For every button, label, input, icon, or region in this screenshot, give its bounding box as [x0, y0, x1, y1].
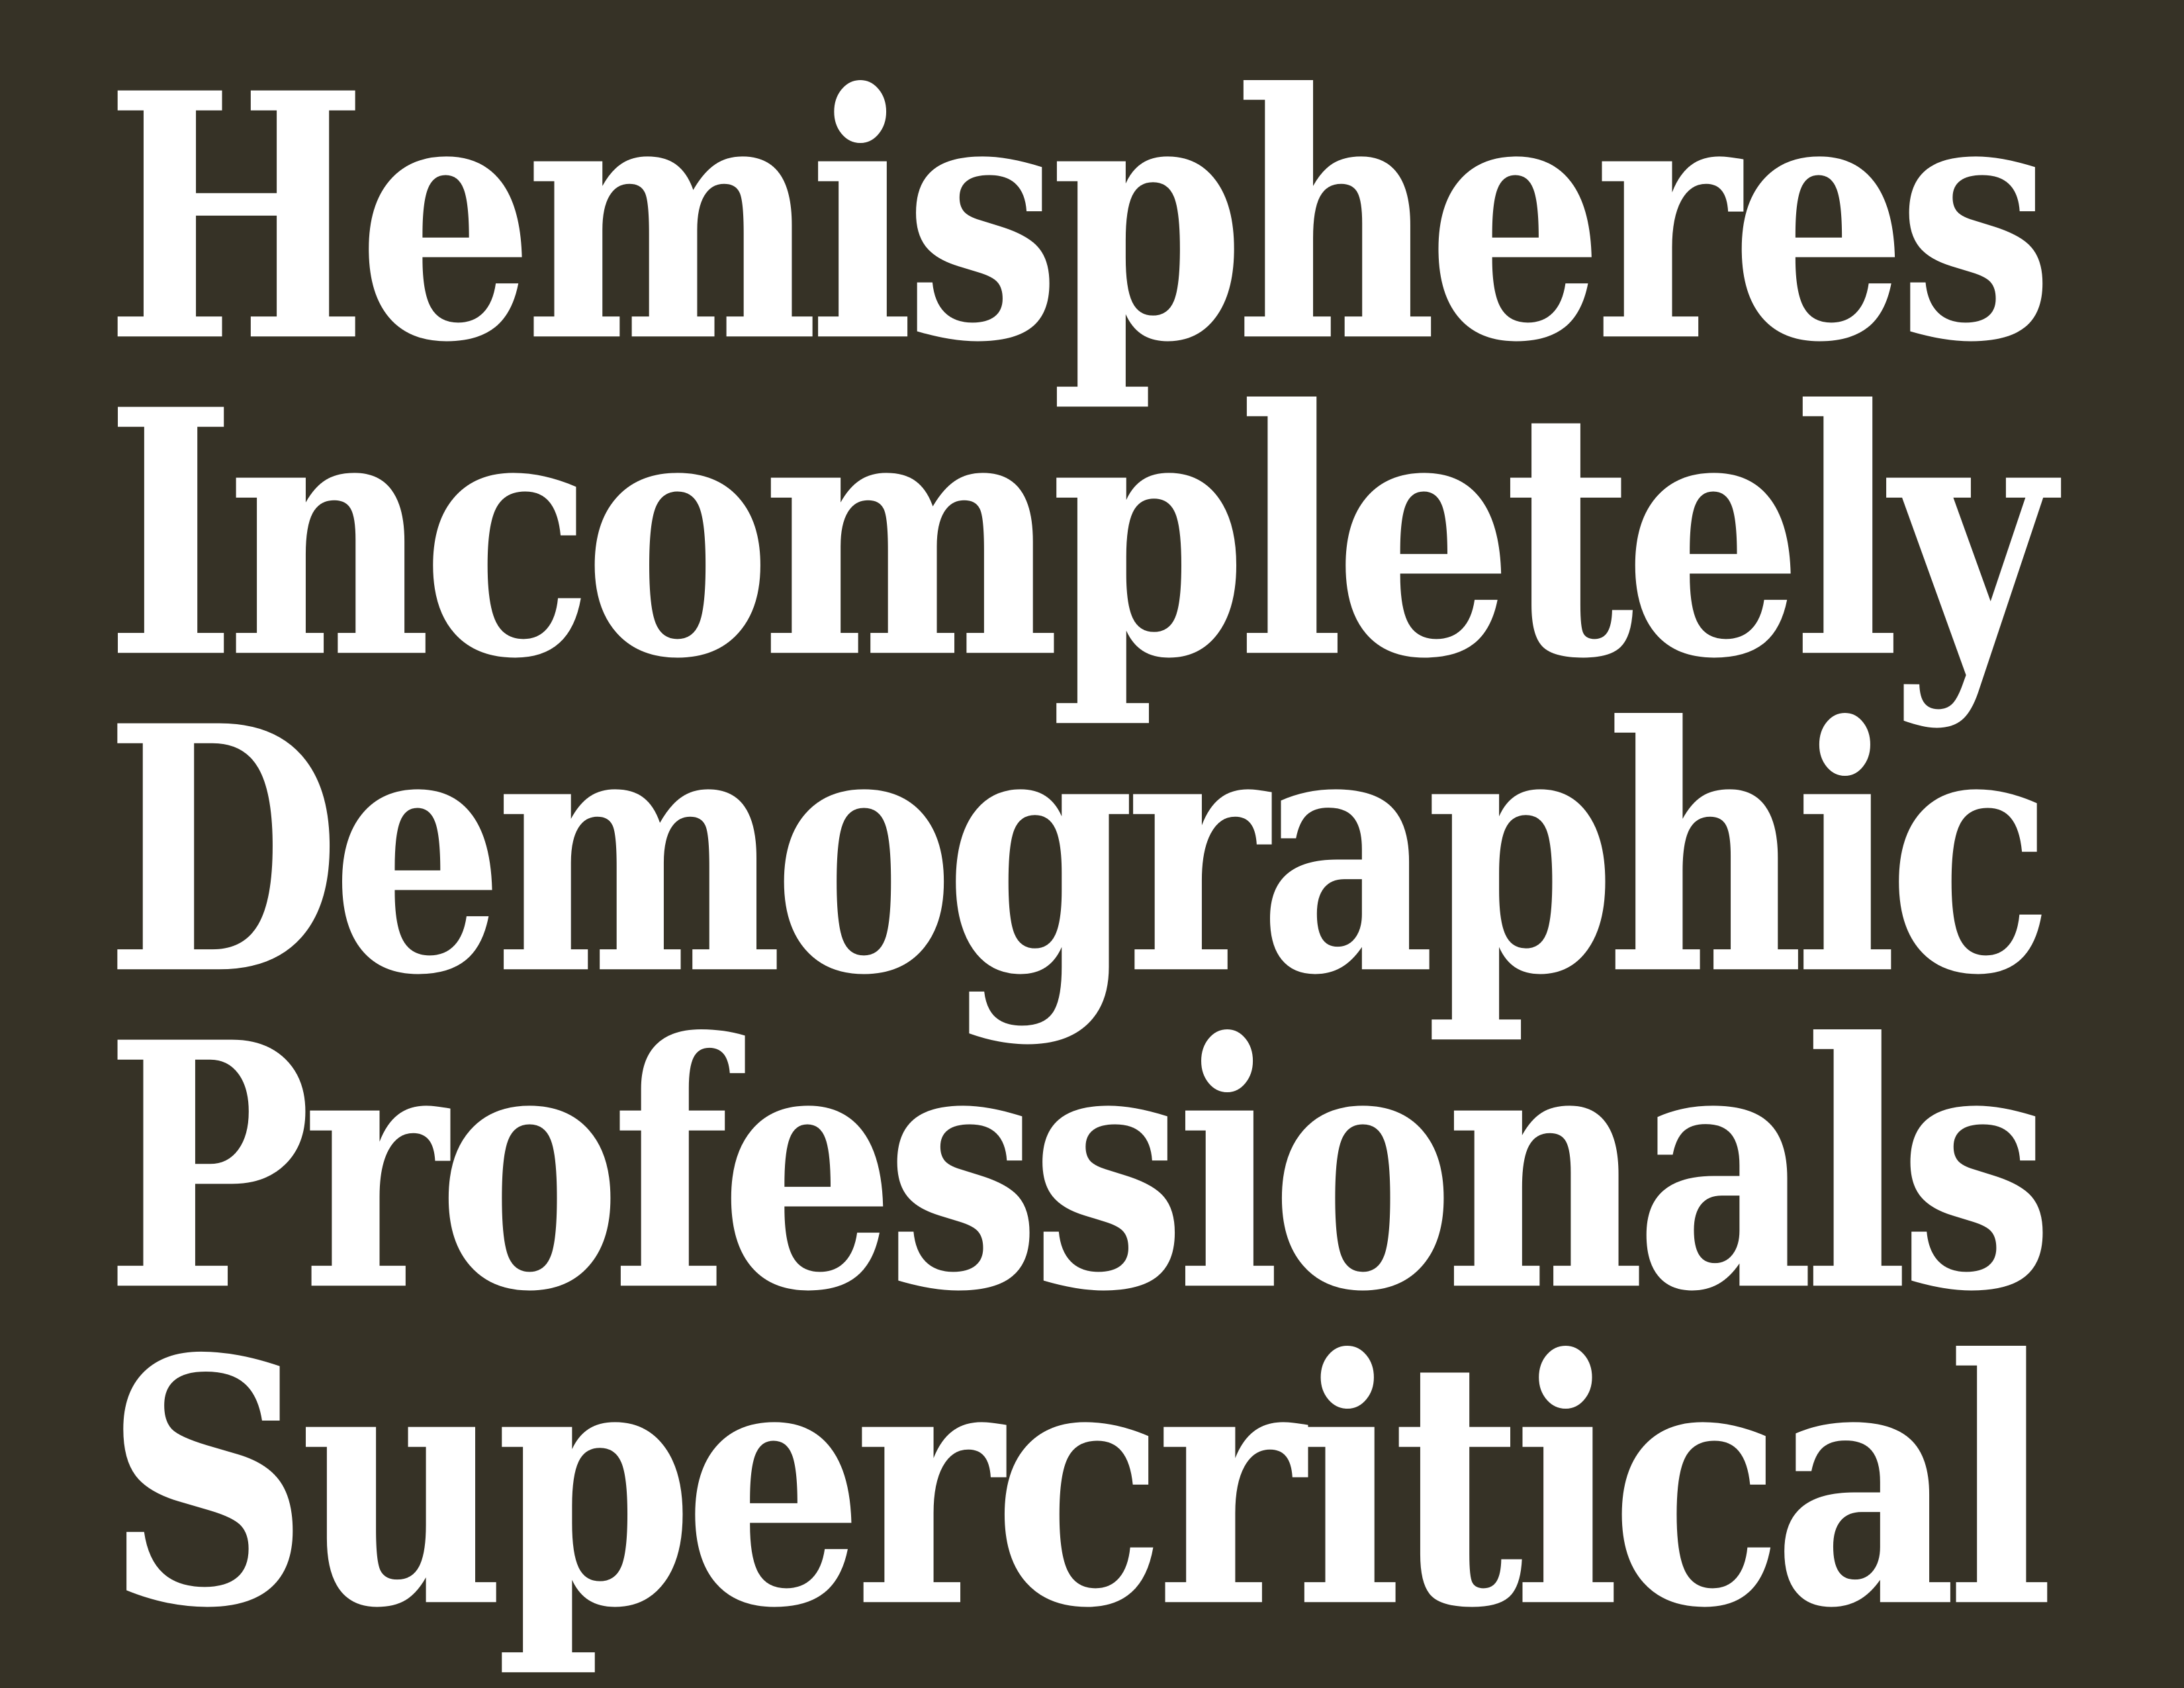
type-specimen: Hemispheres Incompletely Demographic Pro… — [0, 0, 2184, 1688]
specimen-word-supercritical: Supercritical — [105, 1285, 2054, 1682]
